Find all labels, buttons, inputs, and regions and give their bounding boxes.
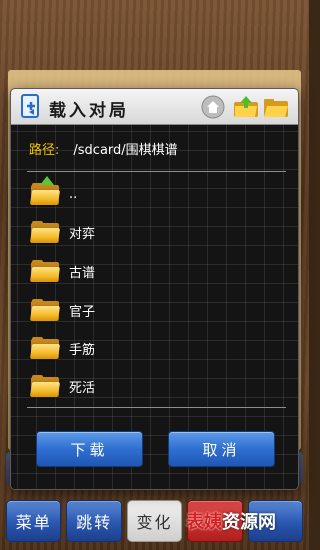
path-row: 路径: /sdcard/围棋棋谱 bbox=[29, 139, 178, 158]
path-value: /sdcard/围棋棋谱 bbox=[73, 143, 178, 158]
folder-icon bbox=[29, 375, 61, 397]
folder-up-icon bbox=[234, 96, 258, 117]
watermark: 表姨 资源网 bbox=[186, 506, 306, 536]
watermark-white-text: 资源网 bbox=[222, 512, 276, 533]
menu-button[interactable]: 菜单 bbox=[6, 500, 62, 542]
folder-up-button[interactable] bbox=[233, 94, 259, 120]
folder-open-icon bbox=[264, 99, 288, 117]
path-label: 路径: bbox=[29, 143, 60, 158]
list-item-label: 对弈 bbox=[69, 226, 96, 242]
list-item-duiyi[interactable]: 对弈 bbox=[27, 213, 286, 251]
list-item-gupu[interactable]: 古谱 bbox=[27, 252, 286, 290]
load-game-dialog: 载入对局 路径: /sdcard/围棋棋谱 .. 对弈 古谱 官子 手筋 死活 下… bbox=[10, 88, 299, 490]
jump-button[interactable]: 跳转 bbox=[66, 500, 122, 542]
divider bbox=[27, 171, 286, 172]
folder-icon bbox=[29, 299, 61, 321]
list-item-label: .. bbox=[69, 186, 78, 202]
folder-icon bbox=[29, 337, 61, 359]
list-item-parent[interactable]: .. bbox=[27, 175, 286, 213]
dialog-title: 载入对局 bbox=[49, 101, 129, 121]
list-item-label: 古谱 bbox=[69, 265, 96, 281]
cancel-button[interactable]: 取消 bbox=[168, 431, 275, 467]
list-item-shoujin[interactable]: 手筋 bbox=[27, 329, 286, 367]
list-item-label: 官子 bbox=[69, 304, 96, 320]
folder-icon bbox=[29, 221, 61, 243]
dialog-header: 载入对局 bbox=[11, 89, 298, 125]
home-button[interactable] bbox=[200, 94, 226, 120]
divider bbox=[27, 407, 286, 408]
list-item-label: 手筋 bbox=[69, 342, 96, 358]
watermark-red-text: 表姨 bbox=[186, 512, 222, 533]
list-item-guanzi[interactable]: 官子 bbox=[27, 291, 286, 329]
folder-up-icon bbox=[29, 176, 61, 205]
file-open-icon bbox=[21, 94, 39, 118]
home-icon bbox=[201, 95, 225, 119]
download-button[interactable]: 下载 bbox=[36, 431, 143, 467]
list-item-label: 死活 bbox=[69, 380, 96, 396]
folder-open-button[interactable] bbox=[263, 94, 289, 120]
variation-button[interactable]: 变化 bbox=[126, 500, 183, 542]
folder-icon bbox=[29, 260, 61, 282]
list-item-sihuo[interactable]: 死活 bbox=[27, 367, 286, 405]
